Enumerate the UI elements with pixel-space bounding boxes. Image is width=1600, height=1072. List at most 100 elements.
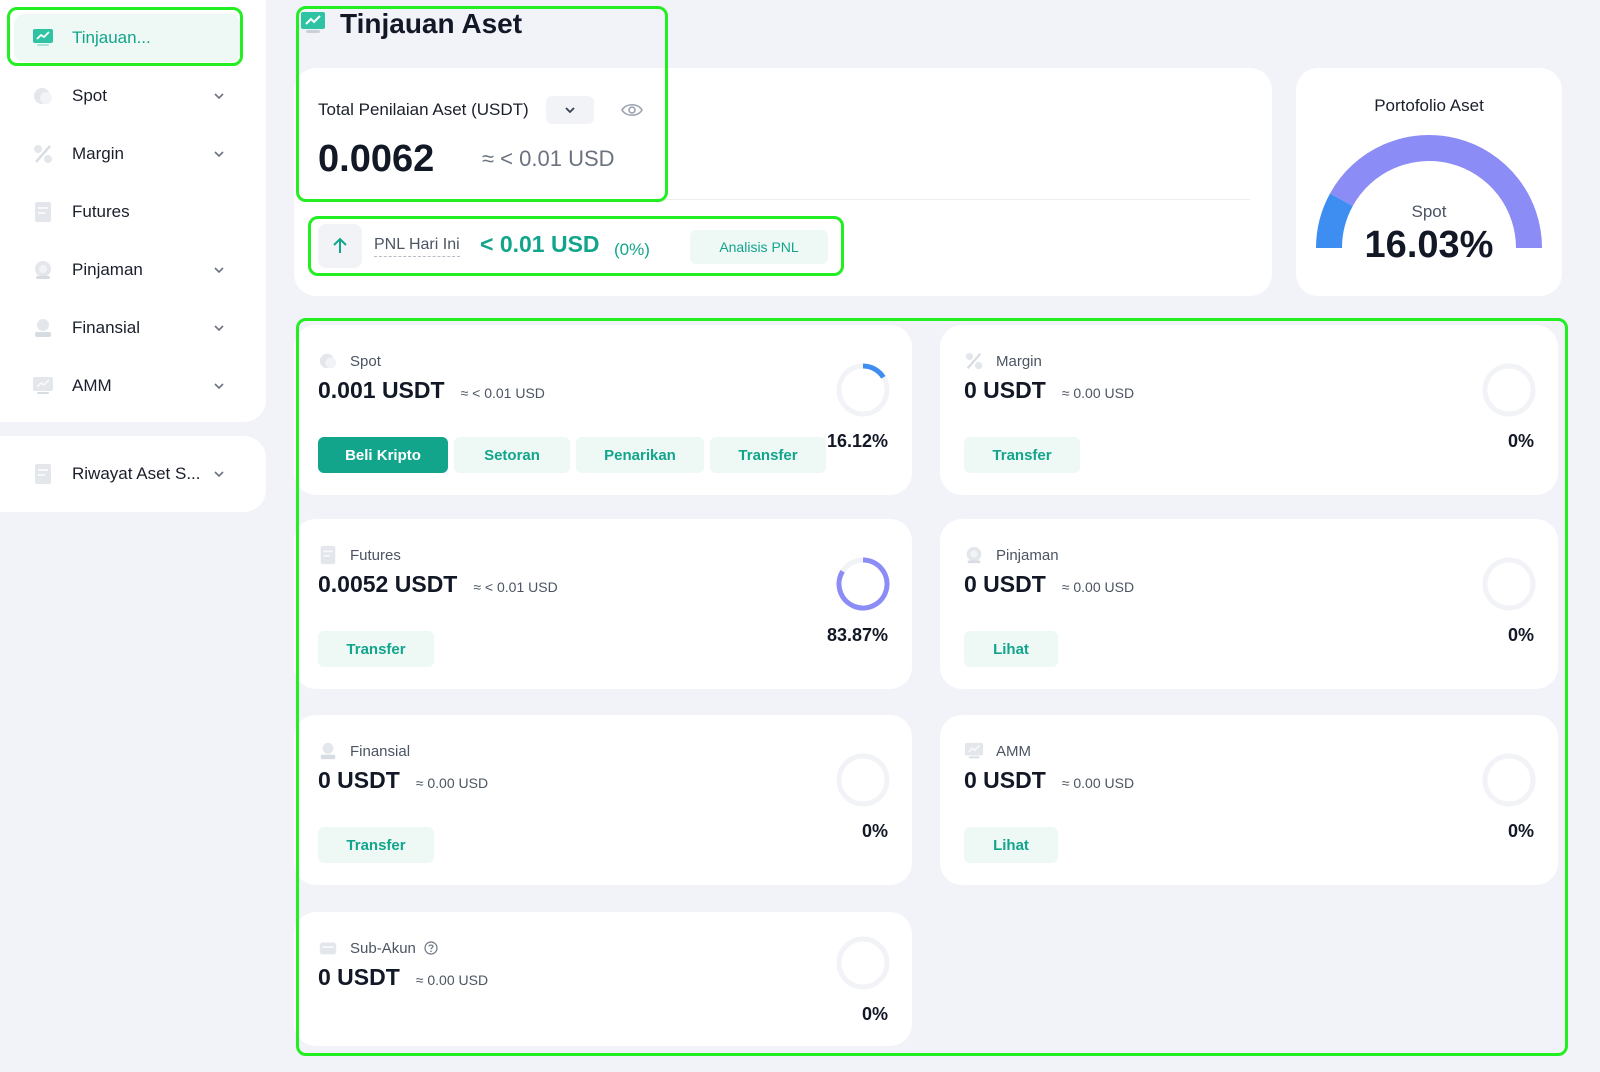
allocation-percent: 83.87% [826,625,888,645]
allocation-percent: 0% [1507,431,1534,451]
asset-card-header: Sub-Akun [318,938,438,958]
allocation-ring [836,557,890,611]
asset-value-row: 0.001 USDT ≈ < 0.01 USD [318,377,545,404]
monitor-icon [32,375,54,397]
question-icon[interactable] [424,941,438,955]
transfer-button[interactable]: Transfer [710,437,826,473]
sidebar-item-overview[interactable]: Tinjauan... [14,14,240,62]
asset-card-subaccount: Sub-Akun 0 USDT ≈ 0.00 USD 0% [294,912,912,1046]
deposit-button[interactable]: Setoran [454,437,570,473]
asset-approx: ≈ < 0.01 USD [460,385,545,401]
transfer-button[interactable]: Transfer [318,631,434,667]
asset-value: 0 USDT [318,964,400,990]
page-title: Tinjauan Aset [340,8,523,39]
asset-actions: Beli Kripto Setoran Penarikan Transfer [318,437,826,473]
asset-actions: Lihat [964,631,1058,667]
document-icon [32,201,54,223]
chevron-down-icon [214,325,224,332]
asset-actions: Transfer [964,437,1080,473]
asset-name: Finansial [350,742,411,760]
asset-value-row: 0 USDT ≈ 0.00 USD [318,964,488,991]
asset-value: 0 USDT [964,571,1046,597]
sidebar-item-label: Tinjauan... [72,28,151,47]
chevron-down-icon [214,93,224,100]
pnl-arrow-badge [318,224,362,268]
sidebar-item-finansial[interactable]: Finansial [14,304,240,352]
sidebar-item-pinjaman[interactable]: Pinjaman [14,246,240,294]
allocation-ring [1482,557,1536,611]
monitor-icon [964,741,984,761]
pnl-today-label[interactable]: PNL Hari Ini [374,236,460,257]
asset-approx: ≈ 0.00 USD [1061,579,1135,595]
total-valuation-card: Total Penilaian Aset (USDT) 0.0062 ≈ < 0… [294,68,1272,296]
asset-value: 0 USDT [318,767,400,793]
asset-approx: ≈ < 0.01 USD [473,579,558,595]
pnl-today-value: < 0.01 USD [480,231,600,257]
asset-card-header: Margin [964,351,1042,371]
total-valuation-approx: ≈ < 0.01 USD [482,146,615,171]
pnl-today-percent: (0%) [614,240,650,259]
sidebar-item-label: Margin [72,144,124,163]
allocation-ring [836,936,890,990]
finance-icon [32,317,54,339]
view-button[interactable]: Lihat [964,827,1058,863]
asset-card-margin: Margin 0 USDT ≈ 0.00 USD Transfer 0% [940,325,1558,495]
sidebar-item-label: AMM [72,376,112,395]
asset-approx: ≈ 0.00 USD [1061,385,1135,401]
finance-icon [318,741,338,761]
asset-card-header: Pinjaman [964,545,1059,565]
sidebar-item-label: Pinjaman [72,260,143,279]
buy-crypto-button[interactable]: Beli Kripto [318,437,448,473]
asset-value-row: 0.0052 USDT ≈ < 0.01 USD [318,571,558,598]
gauge-label: Spot [1411,202,1447,221]
asset-value: 0 USDT [964,767,1046,793]
asset-value: 0.0052 USDT [318,571,458,597]
allocation-percent: 0% [1507,625,1534,645]
asset-name: Spot [350,352,381,370]
transfer-button[interactable]: Transfer [964,437,1080,473]
asset-card-pinjaman: Pinjaman 0 USDT ≈ 0.00 USD Lihat 0% [940,519,1558,689]
pnl-analysis-button[interactable]: Analisis PNL [690,230,828,264]
asset-card-header: AMM [964,741,1031,761]
percent-icon [32,143,54,165]
sidebar-item-label: Futures [72,202,130,221]
sidebar-history-section: Riwayat Aset S... [0,436,266,512]
withdraw-button[interactable]: Penarikan [576,437,704,473]
asset-name: Pinjaman [996,546,1059,564]
asset-value: 0 USDT [964,377,1046,403]
asset-actions: Transfer [318,631,434,667]
sidebar-item-label: Riwayat Aset S... [72,464,201,483]
eye-icon[interactable] [620,100,644,120]
allocation-percent: 0% [861,1004,888,1024]
allocation-ring [836,753,890,807]
sidebar-item-history[interactable]: Riwayat Aset S... [14,450,240,498]
asset-value-row: 0 USDT ≈ 0.00 USD [964,377,1134,404]
asset-name: AMM [996,742,1031,760]
sidebar-item-spot[interactable]: Spot [14,72,240,120]
asset-value: 0.001 USDT [318,377,445,403]
sidebar-item-label: Finansial [72,318,141,337]
chevron-down-icon [214,151,224,158]
transfer-button[interactable]: Transfer [318,827,434,863]
currency-dropdown-button[interactable] [546,96,594,124]
loan-icon [32,259,54,281]
allocation-ring [836,363,890,417]
asset-card-futures: Futures 0.0052 USDT ≈ < 0.01 USD Transfe… [294,519,912,689]
asset-approx: ≈ 0.00 USD [415,775,489,791]
chart-icon [32,27,54,49]
asset-actions: Transfer [318,827,434,863]
coin-icon [318,351,338,371]
asset-card-header: Futures [318,545,401,565]
asset-card-spot: Spot 0.001 USDT ≈ < 0.01 USD Beli Kripto… [294,325,912,495]
sidebar-item-amm[interactable]: AMM [14,362,240,410]
chevron-down-icon [565,107,575,114]
view-button[interactable]: Lihat [964,631,1058,667]
history-icon [32,463,54,485]
allocation-ring [1482,363,1536,417]
subaccount-icon [318,938,338,958]
asset-card-finansial: Finansial 0 USDT ≈ 0.00 USD Transfer 0% [294,715,912,885]
sidebar-item-margin[interactable]: Margin [14,130,240,178]
loan-icon [964,545,984,565]
sidebar-item-futures[interactable]: Futures [14,188,240,236]
allocation-percent: 0% [1507,821,1534,841]
